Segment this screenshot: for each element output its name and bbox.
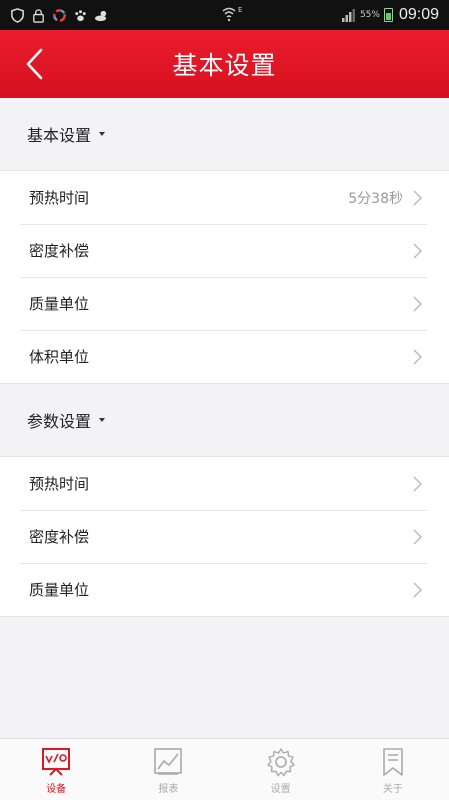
- tab-settings[interactable]: 设置: [225, 739, 337, 800]
- battery-percent: 55%: [359, 10, 380, 20]
- network-type: E: [238, 6, 243, 14]
- app-root: E 55% 09:09 基本设置 基本设置 预热时间 5分38秒 密度补偿 质量: [0, 0, 449, 800]
- setting-label: 预热时间: [29, 475, 90, 493]
- setting-row-mass-unit[interactable]: 质量单位: [0, 277, 449, 330]
- tab-label: 关于: [382, 784, 403, 795]
- settings-group-basic: 预热时间 5分38秒 密度补偿 质量单位 体积单位: [0, 170, 449, 384]
- wifi-icon: [222, 7, 236, 22]
- setting-row-preheat-time[interactable]: 预热时间 5分38秒: [0, 171, 449, 224]
- lock-icon: [33, 8, 44, 23]
- section-title: 基本设置: [27, 126, 92, 145]
- tab-about[interactable]: 关于: [337, 739, 449, 800]
- shield-icon: [11, 7, 24, 23]
- bottom-tab-bar: 设备 报表 设置 关于: [0, 738, 449, 800]
- chevron-right-icon: [413, 349, 422, 365]
- sync-icon: [53, 8, 66, 22]
- setting-label: 质量单位: [29, 295, 90, 313]
- setting-value: 5分38秒: [348, 190, 403, 207]
- settings-group-params: 预热时间 密度补偿 质量单位: [0, 456, 449, 617]
- weather-icon: [94, 10, 107, 21]
- tab-report[interactable]: 报表: [112, 739, 224, 800]
- tab-label: 设置: [270, 784, 291, 795]
- setting-row-density-compensation[interactable]: 密度补偿: [0, 224, 449, 277]
- app-header: 基本设置: [0, 30, 449, 98]
- chevron-right-icon: [413, 582, 422, 598]
- back-button[interactable]: [14, 44, 54, 84]
- tab-label: 设备: [46, 784, 67, 795]
- setting-label: 密度补偿: [29, 528, 90, 546]
- setting-row-preheat-time[interactable]: 预热时间: [0, 457, 449, 510]
- setting-label: 质量单位: [29, 581, 90, 599]
- signal-icon: [341, 9, 355, 22]
- section-header-basic[interactable]: 基本设置: [0, 98, 449, 170]
- setting-label: 密度补偿: [29, 242, 90, 260]
- section-header-params[interactable]: 参数设置: [0, 384, 449, 456]
- status-notification-icons: [10, 7, 109, 23]
- setting-row-density-compensation[interactable]: 密度补偿: [0, 510, 449, 563]
- gear-icon: [266, 748, 295, 777]
- caret-down-icon: [99, 418, 106, 422]
- chevron-right-icon: [413, 529, 422, 545]
- setting-row-volume-unit[interactable]: 体积单位: [0, 330, 449, 383]
- page-title: 基本设置: [172, 51, 277, 80]
- chevron-right-icon: [413, 296, 422, 312]
- battery-icon: [383, 8, 393, 22]
- setting-row-mass-unit[interactable]: 质量单位: [0, 563, 449, 616]
- setting-label: 体积单位: [29, 348, 90, 366]
- paw-icon: [75, 9, 86, 21]
- status-network: E: [222, 6, 242, 22]
- chevron-right-icon: [413, 190, 422, 206]
- caret-down-icon: [99, 132, 106, 136]
- tab-device[interactable]: 设备: [0, 739, 112, 800]
- setting-label: 预热时间: [29, 189, 90, 207]
- chevron-right-icon: [413, 476, 422, 492]
- chevron-left-icon: [26, 48, 43, 80]
- chart-icon: [154, 748, 183, 775]
- clock: 09:09: [398, 6, 439, 23]
- tab-label: 报表: [158, 784, 179, 795]
- device-monitor-icon: [42, 748, 71, 776]
- chevron-right-icon: [413, 243, 422, 259]
- bookmark-icon: [383, 748, 403, 776]
- status-bar: E 55% 09:09: [0, 0, 449, 30]
- status-right: 55% 09:09: [341, 0, 439, 30]
- section-title: 参数设置: [27, 412, 92, 431]
